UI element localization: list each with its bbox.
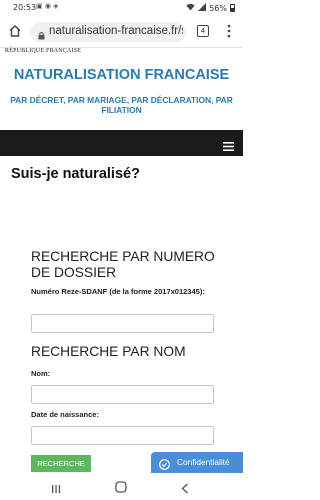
privacy-icon <box>159 457 170 470</box>
dossier-number-input[interactable] <box>31 314 214 333</box>
label-nom: Nom: <box>31 369 51 378</box>
notification-icons: ▣ ◉ ◈ <box>36 2 59 10</box>
battery-icon <box>230 4 235 12</box>
hamburger-menu-icon[interactable] <box>223 138 234 151</box>
address-bar[interactable]: naturalisation-francaise.fr/s <box>30 22 186 42</box>
nav-bar <box>0 130 243 156</box>
label-date-naissance: Date de naissance: <box>31 410 99 419</box>
search-button[interactable]: RECHERCHE <box>31 455 91 472</box>
url-text: naturalisation-francaise.fr/s <box>49 25 183 37</box>
overflow-menu-icon[interactable] <box>226 24 232 38</box>
section-heading-dossier: RECHERCHE PAR NUMERO DE DOSSIER <box>31 249 215 280</box>
republique-logo-text: RÉPUBLIQUE FRANÇAISE <box>5 48 82 54</box>
recents-icon[interactable] <box>51 481 61 493</box>
home-icon[interactable] <box>8 24 22 38</box>
site-subtitle: PAR DÉCRET, PAR MARIAGE, PAR DÉCLARATION… <box>10 95 233 115</box>
label-dossier-number: Numéro Reze-SDANF (de la forme 2017x0123… <box>31 287 205 296</box>
privacy-button[interactable]: Confidentialité <box>151 452 243 473</box>
signal-icon <box>198 3 207 13</box>
status-time: 20:53 <box>13 3 37 12</box>
section-heading-nom: RECHERCHE PAR NOM <box>31 344 186 359</box>
site-title[interactable]: NATURALISATION FRANCAISE <box>0 67 243 83</box>
browser-toolbar: naturalisation-francaise.fr/s 4 <box>0 16 243 48</box>
nom-input[interactable] <box>31 385 214 404</box>
wifi-icon <box>186 3 195 13</box>
date-naissance-input[interactable] <box>31 426 214 445</box>
system-navigation-bar <box>0 473 243 500</box>
battery-percent: 56% <box>209 3 227 13</box>
page-title: Suis-je naturalisé? <box>11 166 140 182</box>
back-icon[interactable] <box>181 481 189 494</box>
status-bar: 20:53 ▣ ◉ ◈ 56% <box>0 0 243 16</box>
status-right: 56% <box>186 3 235 13</box>
lock-icon <box>38 27 45 40</box>
tab-switcher-button[interactable]: 4 <box>197 25 209 37</box>
privacy-label: Confidentialité <box>177 457 230 467</box>
home-button-icon[interactable] <box>115 480 127 493</box>
